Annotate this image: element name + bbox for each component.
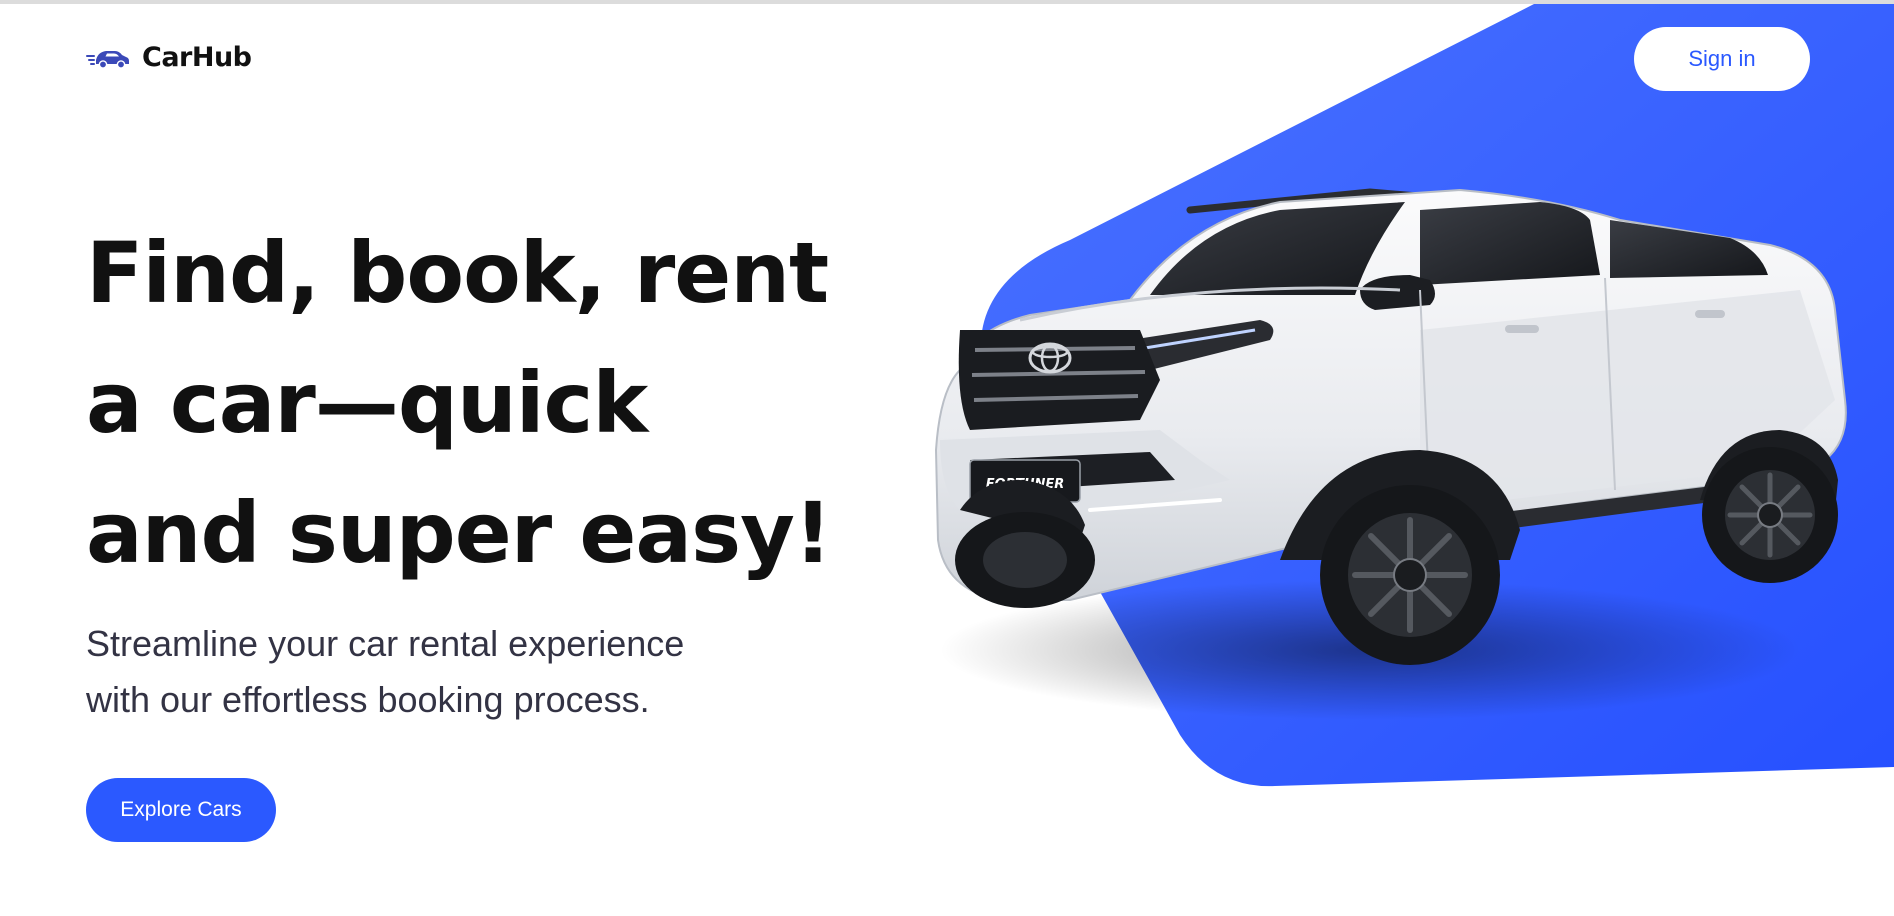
hero-title-line-1: Find, book, rent <box>86 224 829 322</box>
brand-name: CarHub <box>142 42 252 73</box>
landing-page: CarHub Sign in Find, book, rent a car—qu… <box>0 0 1894 916</box>
hero-title-line-3: and super easy! <box>86 484 832 582</box>
hero-subtitle: Streamline your car rental experience wi… <box>86 616 786 728</box>
navbar: CarHub Sign in <box>0 4 1894 114</box>
hero-subtitle-line-1: Streamline your car rental experience <box>86 623 685 664</box>
explore-cars-button[interactable]: Explore Cars <box>86 778 276 842</box>
speeding-car-icon <box>86 46 130 70</box>
sign-in-button[interactable]: Sign in <box>1634 27 1810 91</box>
hero-car-image: FORTUNER <box>934 188 1847 720</box>
hero-title-line-2: a car—quick <box>86 354 648 452</box>
hero-title: Find, book, rent a car—quick and super e… <box>86 208 832 598</box>
brand-logo[interactable]: CarHub <box>86 42 252 73</box>
hero-subtitle-line-2: with our effortless booking process. <box>86 679 650 720</box>
